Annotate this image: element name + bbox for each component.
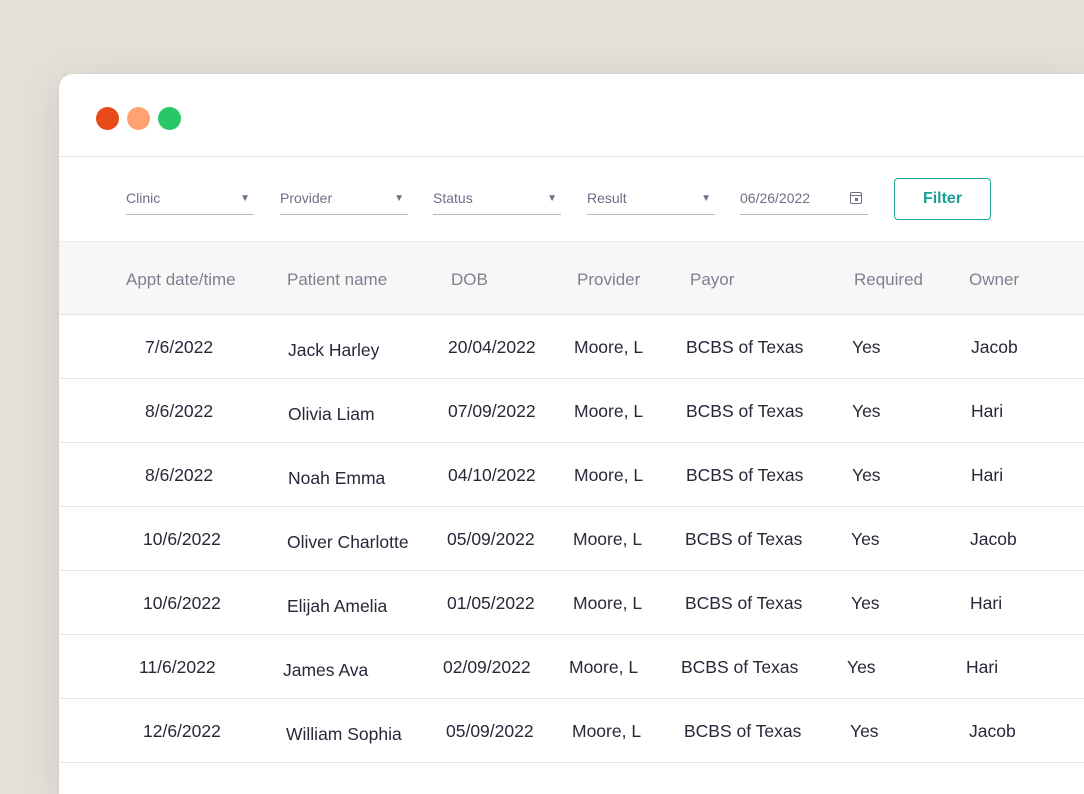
payor-cell: BCBS of Texas (685, 529, 803, 549)
app-window: Clinic ▼ Provider ▼ Status ▼ Result ▼ 06… (59, 74, 1084, 794)
chevron-down-icon: ▼ (394, 193, 404, 204)
table-row[interactable]: 7/6/2022 Jack Harley 20/04/2022 Moore, L… (59, 315, 1084, 379)
table-row[interactable]: 8/6/2022 Olivia Liam 07/09/2022 Moore, L… (59, 379, 1084, 443)
owner-cell: Jacob (970, 529, 1017, 549)
payor-cell: BCBS of Texas (686, 465, 804, 485)
provider-cell: Moore, L (574, 337, 644, 357)
column-header-patient-name[interactable]: Patient name (287, 270, 387, 290)
owner-cell: Hari (971, 465, 1004, 485)
dob-cell: 20/04/2022 (448, 337, 536, 357)
appt-date-cell: 12/6/2022 (143, 721, 221, 741)
owner-cell: Jacob (971, 337, 1018, 357)
provider-cell: Moore, L (574, 401, 644, 421)
table-row[interactable]: 10/6/2022 Oliver Charlotte 05/09/2022 Mo… (59, 507, 1084, 571)
column-header-dob[interactable]: DOB (451, 270, 488, 290)
filter-button[interactable]: Filter (894, 178, 991, 220)
appt-date-cell: 8/6/2022 (145, 465, 214, 485)
dob-cell: 05/09/2022 (446, 721, 534, 741)
title-bar (59, 74, 1084, 157)
appt-date-cell: 7/6/2022 (145, 337, 214, 357)
appt-date-cell: 11/6/2022 (139, 657, 216, 677)
appt-date-cell: 10/6/2022 (143, 529, 221, 549)
column-header-provider[interactable]: Provider (577, 270, 640, 290)
provider-cell: Moore, L (573, 593, 643, 613)
patient-name-cell: James Ava (283, 660, 369, 680)
dob-cell: 01/05/2022 (447, 593, 535, 613)
clinic-select[interactable]: Clinic ▼ (126, 187, 254, 215)
dob-cell: 02/09/2022 (443, 657, 531, 677)
status-select[interactable]: Status ▼ (433, 187, 561, 215)
result-select[interactable]: Result ▼ (587, 187, 715, 215)
required-cell: Yes (847, 657, 876, 677)
chevron-down-icon: ▼ (701, 193, 711, 204)
appt-date-cell: 10/6/2022 (143, 593, 221, 613)
table-row[interactable]: 12/6/2022 William Sophia 05/09/2022 Moor… (59, 699, 1084, 763)
required-cell: Yes (851, 529, 880, 549)
date-input-value: 06/26/2022 (740, 190, 811, 206)
patient-name-cell: Jack Harley (288, 340, 380, 360)
owner-cell: Hari (966, 657, 999, 677)
table-row[interactable]: 8/6/2022 Noah Emma 04/10/2022 Moore, L B… (59, 443, 1084, 507)
payor-cell: BCBS of Texas (686, 337, 804, 357)
patient-name-cell: William Sophia (286, 724, 402, 744)
table-row[interactable]: 10/6/2022 Elijah Amelia 01/05/2022 Moore… (59, 571, 1084, 635)
chevron-down-icon: ▼ (547, 193, 557, 204)
payor-cell: BCBS of Texas (684, 721, 802, 741)
patient-name-cell: Noah Emma (288, 468, 386, 488)
provider-select-label: Provider (280, 190, 333, 206)
column-header-owner[interactable]: Owner (969, 270, 1019, 290)
column-header-appt-date[interactable]: Appt date/time (126, 270, 236, 290)
chevron-down-icon: ▼ (240, 193, 250, 204)
appt-date-cell: 8/6/2022 (145, 401, 214, 421)
owner-cell: Hari (971, 401, 1004, 421)
result-select-label: Result (587, 190, 627, 206)
required-cell: Yes (852, 465, 881, 485)
provider-cell: Moore, L (573, 529, 643, 549)
maximize-window-button[interactable] (158, 107, 181, 130)
calendar-icon[interactable] (850, 192, 862, 204)
required-cell: Yes (852, 401, 881, 421)
patient-name-cell: Olivia Liam (288, 404, 375, 424)
payor-cell: BCBS of Texas (685, 593, 803, 613)
column-header-payor[interactable]: Payor (690, 270, 734, 290)
clinic-select-label: Clinic (126, 190, 161, 206)
patient-name-cell: Oliver Charlotte (287, 532, 409, 552)
table-header: Appt date/time Patient name DOB Provider… (59, 242, 1084, 315)
provider-cell: Moore, L (574, 465, 644, 485)
owner-cell: Jacob (969, 721, 1016, 741)
payor-cell: BCBS of Texas (681, 657, 799, 677)
required-cell: Yes (852, 337, 881, 357)
required-cell: Yes (851, 593, 880, 613)
table-body: 7/6/2022 Jack Harley 20/04/2022 Moore, L… (59, 315, 1084, 763)
dob-cell: 05/09/2022 (447, 529, 535, 549)
provider-cell: Moore, L (572, 721, 642, 741)
table-row[interactable]: 11/6/2022 James Ava 02/09/2022 Moore, L … (59, 635, 1084, 699)
dob-cell: 07/09/2022 (448, 401, 536, 421)
patient-name-cell: Elijah Amelia (287, 596, 388, 616)
status-select-label: Status (433, 190, 473, 206)
column-header-required[interactable]: Required (854, 270, 923, 290)
provider-cell: Moore, L (569, 657, 639, 677)
provider-select[interactable]: Provider ▼ (280, 187, 408, 215)
date-input[interactable]: 06/26/2022 (740, 187, 868, 215)
filter-bar: Clinic ▼ Provider ▼ Status ▼ Result ▼ 06… (59, 157, 1084, 242)
dob-cell: 04/10/2022 (448, 465, 536, 485)
minimize-window-button[interactable] (127, 107, 150, 130)
owner-cell: Hari (970, 593, 1003, 613)
required-cell: Yes (850, 721, 879, 741)
payor-cell: BCBS of Texas (686, 401, 804, 421)
close-window-button[interactable] (96, 107, 119, 130)
